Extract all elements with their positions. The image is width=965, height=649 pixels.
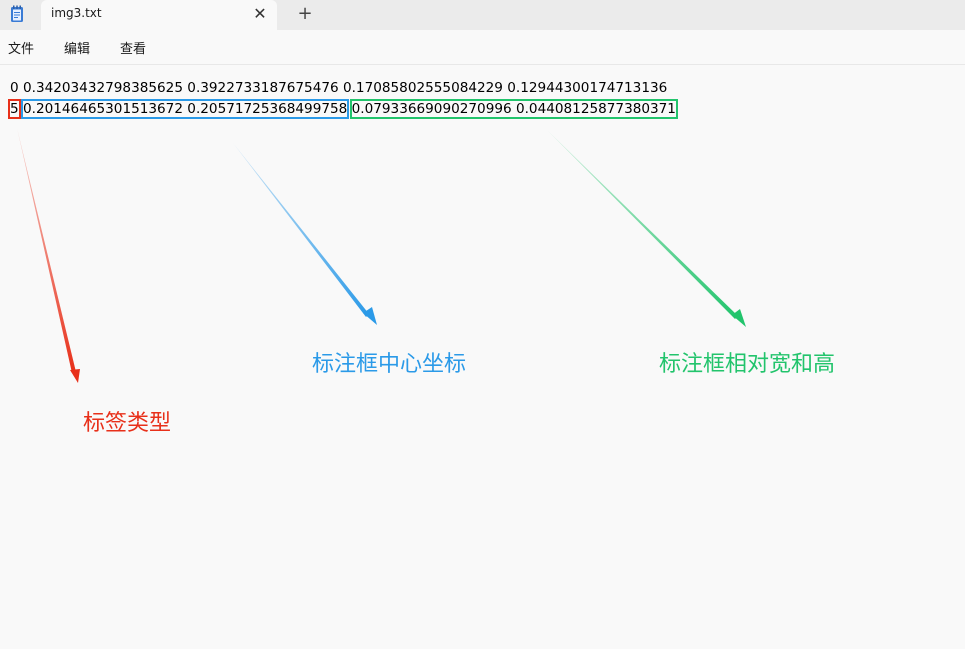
notepad-icon xyxy=(10,5,24,23)
tab-bar: img3.txt ✕ + xyxy=(0,0,965,30)
relative-size-annotation: 标注框相对宽和高 xyxy=(659,352,836,377)
label-type-annotation: 标签类型 xyxy=(83,411,172,436)
class-id-segment: 5 xyxy=(10,101,19,117)
center-coords-segment: 0.20146465301513672 0.20571725368499758 xyxy=(22,101,348,117)
tab-title: img3.txt xyxy=(51,6,102,20)
text-line-2: 5 0.20146465301513672 0.2057172536849975… xyxy=(10,99,676,119)
center-coords-annotation: 标注框中心坐标 xyxy=(312,352,467,377)
size-segment: 0.07933669090270996 0.04408125877380371 xyxy=(351,101,676,117)
menu-edit[interactable]: 编辑 xyxy=(64,38,90,57)
plus-icon[interactable]: + xyxy=(295,4,315,24)
notepad-window: img3.txt ✕ + 文件 编辑 查看 0 0.34203432798385… xyxy=(0,0,965,649)
menu-file[interactable]: 文件 xyxy=(8,38,34,57)
menu-bar: 文件 编辑 查看 xyxy=(0,30,965,64)
close-icon[interactable]: ✕ xyxy=(250,4,270,24)
tab-img3[interactable]: img3.txt ✕ xyxy=(41,0,277,30)
text-line-1: 0 0.34203432798385625 0.3922733187675476… xyxy=(10,80,668,96)
menu-view[interactable]: 查看 xyxy=(120,38,146,57)
